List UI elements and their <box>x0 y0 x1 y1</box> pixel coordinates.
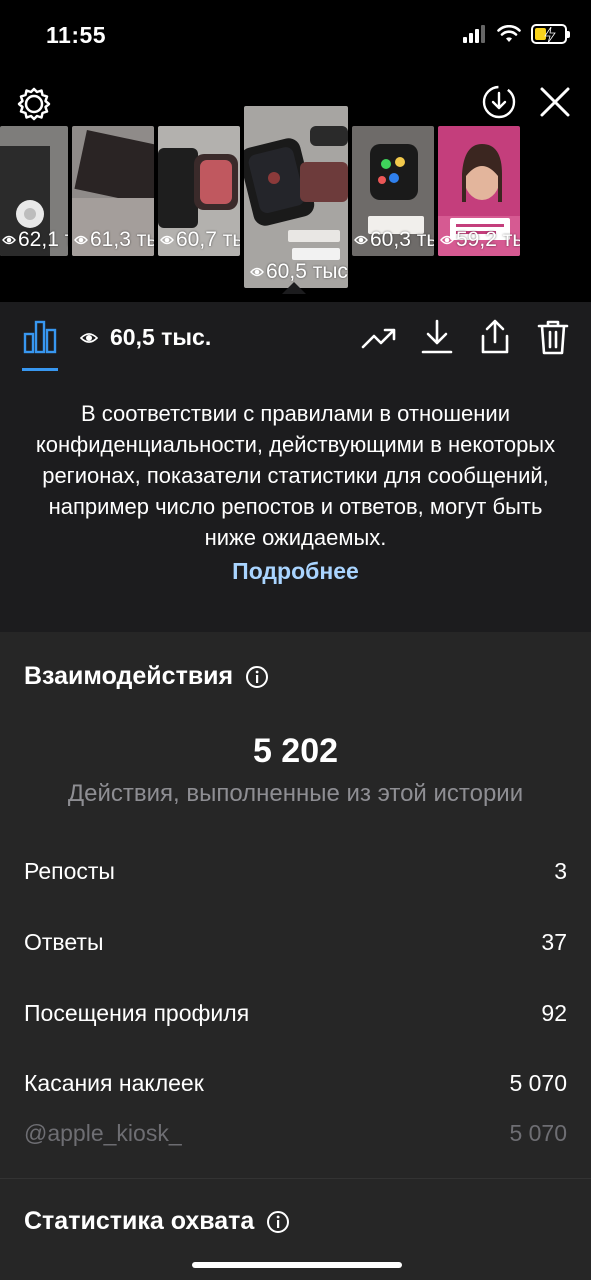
settings-button[interactable] <box>16 86 52 122</box>
eye-icon <box>440 235 454 245</box>
story-thumbnail[interactable]: 60,7 ты <box>158 126 240 256</box>
story-thumbnail[interactable]: 60,3 ты <box>352 126 434 256</box>
thumbnail-views: 59,2 тыс. <box>456 228 520 251</box>
privacy-notice-text: В соответствии с правилами в отношении к… <box>35 401 556 550</box>
views-count-label: 60,5 тыс. <box>110 324 212 350</box>
gear-icon <box>17 87 51 121</box>
interactions-title-label: Взаимодействия <box>24 662 234 690</box>
learn-more-link[interactable]: Подробнее <box>0 555 591 587</box>
interactions-caption: Действия, выполненные из этой истории <box>67 780 524 807</box>
eye-icon <box>2 235 16 245</box>
download-icon <box>421 319 453 354</box>
stat-row-reposts: Репосты 3 <box>24 858 567 885</box>
delete-button[interactable] <box>535 318 571 356</box>
trash-icon <box>537 320 569 355</box>
home-indicator <box>192 1262 402 1268</box>
stat-value: 92 <box>541 1000 567 1026</box>
trending-up-icon <box>361 328 396 349</box>
download-story-button[interactable] <box>481 84 517 120</box>
reach-title-label: Статистика охвата <box>24 1207 255 1235</box>
cellular-signal-icon <box>463 25 485 43</box>
thumbnail-views: 60,5 тыс. <box>266 260 348 283</box>
thumbnail-views: 60,3 ты <box>370 228 434 251</box>
stat-label: Ответы <box>24 929 104 955</box>
stat-row-sticker-taps: Касания наклеек 5 070 <box>24 1070 567 1097</box>
wifi-icon <box>497 25 521 42</box>
share-icon <box>481 319 509 354</box>
active-tab-indicator <box>22 368 58 371</box>
battery-icon <box>531 24 570 44</box>
status-time: 11:55 <box>46 22 107 48</box>
tab-insights[interactable] <box>22 318 58 354</box>
story-thumbnail-strip[interactable]: 62,1 ты 61,3 ты 60,7 ты 60,5 тыс. <box>0 106 591 306</box>
stat-value: 3 <box>554 858 567 884</box>
bar-chart-icon <box>23 320 57 354</box>
eye-icon <box>80 332 98 343</box>
selected-caret <box>282 282 306 294</box>
stat-label: Касания наклеек <box>24 1070 204 1096</box>
stat-label: @apple_kiosk_ <box>24 1120 182 1146</box>
thumbnail-views: 61,3 ты <box>90 228 154 251</box>
thumbnail-views: 62,1 ты <box>18 228 68 251</box>
story-thumbnail[interactable]: 59,2 тыс. <box>438 126 520 256</box>
promote-button[interactable] <box>361 318 397 356</box>
stat-label: Репосты <box>24 858 115 884</box>
eye-icon <box>250 267 264 277</box>
info-icon[interactable] <box>245 665 269 689</box>
thumbnail-views: 60,7 ты <box>176 228 240 251</box>
stat-label: Посещения профиля <box>24 1000 250 1026</box>
share-button[interactable] <box>477 318 513 356</box>
story-thumbnail-selected[interactable]: 60,5 тыс. <box>244 106 348 288</box>
info-icon[interactable] <box>266 1210 290 1234</box>
stat-row-profile-visits: Посещения профиля 92 <box>24 1000 567 1027</box>
interactions-title: Взаимодействия <box>24 662 269 691</box>
close-button[interactable] <box>537 84 573 120</box>
interactions-section: Взаимодействия 5 202 Действия, выполненн… <box>0 632 591 1178</box>
story-thumbnail[interactable]: 62,1 ты <box>0 126 68 256</box>
eye-icon <box>74 235 88 245</box>
eye-icon <box>160 235 174 245</box>
eye-icon <box>354 235 368 245</box>
stat-value: 5 070 <box>509 1070 567 1096</box>
stat-row-replies: Ответы 37 <box>24 929 567 956</box>
insights-toolbar: 60,5 тыс. <box>0 302 591 372</box>
download-button[interactable] <box>419 318 455 356</box>
close-icon <box>540 87 570 117</box>
privacy-notice: В соответствии с правилами в отношении к… <box>0 372 591 632</box>
stat-value: 5 070 <box>509 1120 567 1146</box>
stat-value: 37 <box>541 929 567 955</box>
status-bar: 11:55 <box>0 0 591 72</box>
views-count: 60,5 тыс. <box>80 324 211 351</box>
status-icons <box>463 24 570 44</box>
interactions-total: 5 202 <box>252 732 339 770</box>
stat-row-mention: @apple_kiosk_ 5 070 <box>24 1120 567 1147</box>
reach-title: Статистика охвата <box>24 1207 290 1236</box>
download-circle-icon <box>482 85 516 119</box>
story-thumbnail[interactable]: 61,3 ты <box>72 126 154 256</box>
